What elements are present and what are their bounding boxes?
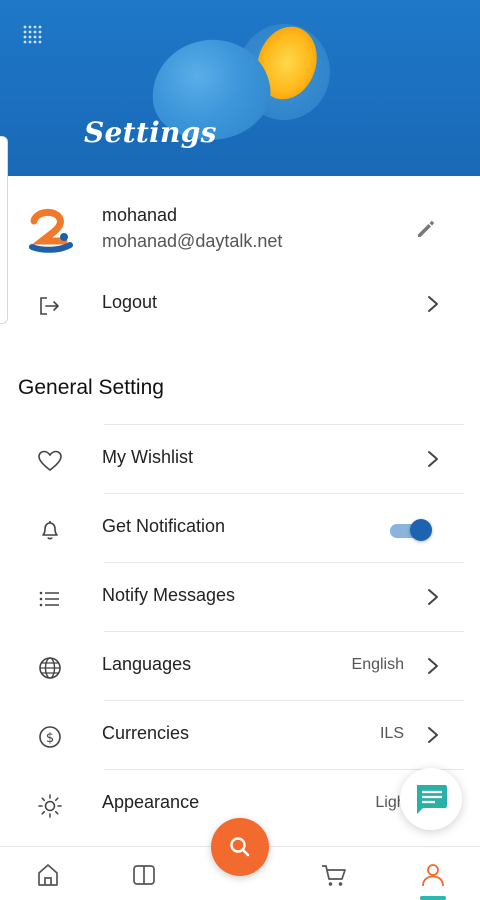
chevron-right-icon xyxy=(428,296,438,312)
currencies-row[interactable]: $ Currencies ILS xyxy=(0,701,480,769)
logout-label: Logout xyxy=(102,292,158,312)
search-button[interactable] xyxy=(211,818,269,876)
appearance-label: Appearance xyxy=(102,792,200,812)
notification-label: Get Notification xyxy=(102,516,226,536)
currencies-label: Currencies xyxy=(102,723,190,743)
profile-icon[interactable] xyxy=(419,861,447,889)
wishlist-label: My Wishlist xyxy=(102,447,193,467)
notify-messages-row[interactable]: Notify Messages xyxy=(0,563,480,631)
notification-toggle[interactable] xyxy=(390,517,434,543)
profile-card[interactable]: mohanad mohanad@daytalk.net xyxy=(0,195,480,265)
search-icon xyxy=(230,837,250,857)
wishlist-row[interactable]: My Wishlist xyxy=(0,425,480,493)
dots-grid-icon[interactable] xyxy=(22,24,44,46)
logout-row[interactable]: Logout xyxy=(0,270,480,338)
avatar xyxy=(29,209,73,253)
chevron-right-icon xyxy=(428,589,438,605)
chevron-right-icon xyxy=(428,658,438,674)
languages-label: Languages xyxy=(102,654,192,674)
profile-email: mohanad@daytalk.net xyxy=(102,231,283,251)
toggle-knob xyxy=(410,519,432,541)
active-tab-indicator xyxy=(420,896,446,900)
general-setting-heading: General Setting xyxy=(18,376,164,399)
settings-header-banner: Settings xyxy=(0,0,480,176)
edit-pencil-icon[interactable] xyxy=(414,217,438,241)
language-value: English xyxy=(351,656,404,673)
globe-icon xyxy=(39,657,61,679)
chat-button[interactable] xyxy=(400,768,462,830)
currency-value: ILS xyxy=(379,725,404,742)
page-title: Settings xyxy=(84,116,217,149)
notification-row: Get Notification xyxy=(0,494,480,562)
catalog-icon[interactable] xyxy=(130,861,158,889)
list-icon xyxy=(39,591,59,607)
chevron-right-icon xyxy=(428,727,438,743)
heart-icon xyxy=(38,450,62,472)
home-icon[interactable] xyxy=(34,861,62,889)
bell-icon xyxy=(42,521,58,540)
profile-name: mohanad xyxy=(102,205,178,225)
cart-icon[interactable] xyxy=(320,861,348,889)
chat-icon xyxy=(417,785,447,814)
dollar-circle-icon: $ xyxy=(39,726,61,748)
logout-icon xyxy=(40,297,59,315)
chevron-right-icon xyxy=(428,451,438,467)
notify-messages-label: Notify Messages xyxy=(102,585,236,605)
sun-icon xyxy=(38,794,62,818)
svg-text:$: $ xyxy=(46,731,54,746)
languages-row[interactable]: Languages English xyxy=(0,632,480,700)
